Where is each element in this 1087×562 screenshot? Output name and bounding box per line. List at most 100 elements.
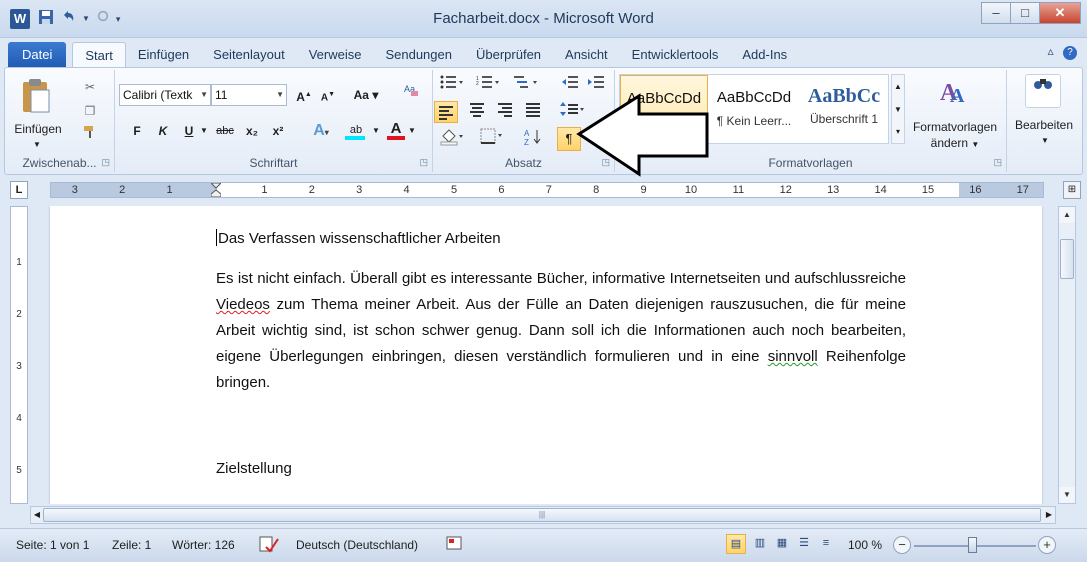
undo-dropdown-icon[interactable]: ▼ [82,9,90,29]
scroll-left-icon[interactable]: ◀ [31,507,43,523]
numbering-icon[interactable]: 12 [473,74,503,96]
scroll-down-icon[interactable]: ▼ [1059,487,1075,503]
tab-addins[interactable]: Add-Ins [730,42,799,68]
format-painter-icon[interactable] [79,124,101,146]
tab-references[interactable]: Verweise [297,42,374,68]
document-heading[interactable]: Das Verfassen wissenschaftlicher Arbeite… [216,226,906,252]
vertical-scrollbar[interactable]: ▲ ▼ [1058,206,1076,504]
highlight-button[interactable]: ab [341,118,371,140]
style-no-spacing[interactable]: AaBbCcDd ¶ Kein Leerr... [710,75,798,143]
bullets-icon[interactable] [437,74,467,96]
web-layout-icon[interactable]: ▦ [772,534,792,554]
page-count[interactable]: Seite: 1 von 1 [16,538,89,552]
tab-page-layout[interactable]: Seitenlayout [201,42,297,68]
redo-icon[interactable] [96,9,110,29]
align-right-icon[interactable] [493,101,517,123]
grammar-error[interactable]: sinnvoll [768,348,818,365]
zoom-slider-thumb[interactable] [968,537,977,553]
sort-icon[interactable]: AZ [521,128,545,150]
font-name-dropdown-icon[interactable]: ▼ [200,85,208,105]
indent-marker[interactable] [210,183,222,197]
change-styles-label-2[interactable]: ändern ▼ [907,132,1003,154]
tab-start[interactable]: Start [72,42,126,68]
align-left-button[interactable] [434,101,458,123]
copy-icon[interactable]: ❐ [79,100,101,122]
language[interactable]: Deutsch (Deutschland) [296,538,418,552]
outline-view-icon[interactable]: ☰ [794,534,814,554]
text-effects-icon[interactable]: A▾ [307,120,335,142]
paste-icon[interactable] [19,78,53,114]
gallery-up-icon[interactable]: ▲ [892,75,904,98]
macro-recording-icon[interactable] [446,535,462,554]
tab-view[interactable]: Ansicht [553,42,620,68]
full-screen-reading-icon[interactable]: ▥ [750,534,770,554]
align-center-icon[interactable] [465,101,489,123]
horizontal-scroll-thumb[interactable]: ||| [43,508,1041,522]
font-size-select[interactable]: 11 ▼ [211,84,287,106]
tab-developer[interactable]: Entwicklertools [620,42,731,68]
highlight-dropdown-icon[interactable]: ▼ [371,120,381,142]
font-color-button[interactable]: A [385,118,407,140]
horizontal-ruler[interactable]: 3 2 1 1 2 3 4 5 6 7 8 9 10 11 12 13 14 15 16 17 [50,182,1044,198]
maximize-button[interactable]: □ [1010,2,1040,24]
word-count[interactable]: Wörter: 126 [172,538,235,552]
qat-dropdown-icon[interactable]: ▾ [116,9,121,29]
view-ruler-icon[interactable]: ⊞ [1063,181,1081,199]
paragraph-1[interactable]: Es ist nicht einfach. Überall gibt es in… [216,266,906,396]
subscript-button[interactable]: x₂ [241,120,263,142]
draft-view-icon[interactable]: ≡ [816,534,836,554]
font-color-dropdown-icon[interactable]: ▼ [407,120,417,142]
shrink-font-button[interactable]: A▼ [317,84,339,106]
clear-formatting-icon[interactable]: Aa [399,82,423,104]
superscript-button[interactable]: x² [267,120,289,142]
multilevel-list-icon[interactable] [511,74,541,96]
document-heading-2[interactable]: Zielstellung [216,456,906,482]
save-icon[interactable] [38,9,54,29]
change-styles-icon[interactable]: AA [929,74,979,110]
grow-font-button[interactable]: A▲ [293,84,315,106]
page-text[interactable]: Das Verfassen wissenschaftlicher Arbeite… [216,226,906,504]
font-launcher-icon[interactable]: ◳ [419,157,428,168]
cut-icon[interactable]: ✂ [79,76,101,98]
page[interactable]: Das Verfassen wissenschaftlicher Arbeite… [50,206,1042,504]
font-size-dropdown-icon[interactable]: ▼ [276,85,284,105]
zoom-in-button[interactable]: + [1038,536,1056,554]
scroll-right-icon[interactable]: ▶ [1043,507,1055,523]
italic-button[interactable]: K [153,120,173,142]
paste-dropdown-icon[interactable]: ▼ [27,134,47,156]
vertical-scroll-thumb[interactable] [1060,239,1074,279]
spelling-error[interactable]: Viedeos [216,296,270,313]
tab-review[interactable]: Überprüfen [464,42,553,68]
word-app-icon[interactable]: W [10,9,30,29]
bold-button[interactable]: F [127,120,147,142]
print-layout-view-icon[interactable]: ▤ [726,534,746,554]
borders-icon[interactable] [477,128,507,150]
minimize-button[interactable]: – [981,2,1011,24]
vertical-ruler[interactable]: 1 2 3 4 5 [10,206,28,504]
clipboard-launcher-icon[interactable]: ◳ [101,157,110,168]
change-case-button[interactable]: Aa ▾ [349,84,383,106]
underline-button[interactable]: U [179,120,199,142]
close-button[interactable]: ✕ [1039,2,1081,24]
tab-insert[interactable]: Einfügen [126,42,201,68]
shading-icon[interactable] [437,128,467,150]
horizontal-scrollbar[interactable]: ◀ ||| ▶ [30,506,1056,524]
styles-launcher-icon[interactable]: ◳ [993,157,1002,168]
proofing-icon[interactable] [258,535,280,556]
style-heading1[interactable]: AaBbCc Überschrift 1 [800,75,888,143]
undo-icon[interactable] [60,9,76,29]
help-icon[interactable]: ? [1063,46,1077,60]
binoculars-icon[interactable] [1025,74,1061,108]
tab-selector[interactable]: L [10,181,28,199]
underline-dropdown-icon[interactable]: ▼ [199,120,209,142]
gallery-more-icon[interactable]: ▾ [892,121,904,143]
tab-file[interactable]: Datei [8,42,67,68]
strikethrough-button[interactable]: abc [213,120,237,142]
zoom-out-button[interactable]: − [893,536,911,554]
minimize-ribbon-icon[interactable]: ▵ [1048,44,1054,58]
font-name-select[interactable]: Calibri (Textk ▼ [119,84,211,106]
editing-dropdown-icon[interactable]: ▼ [1035,130,1055,152]
zoom-level[interactable]: 100 % [848,538,882,552]
tab-mailings[interactable]: Sendungen [373,42,464,68]
line-number[interactable]: Zeile: 1 [112,538,151,552]
